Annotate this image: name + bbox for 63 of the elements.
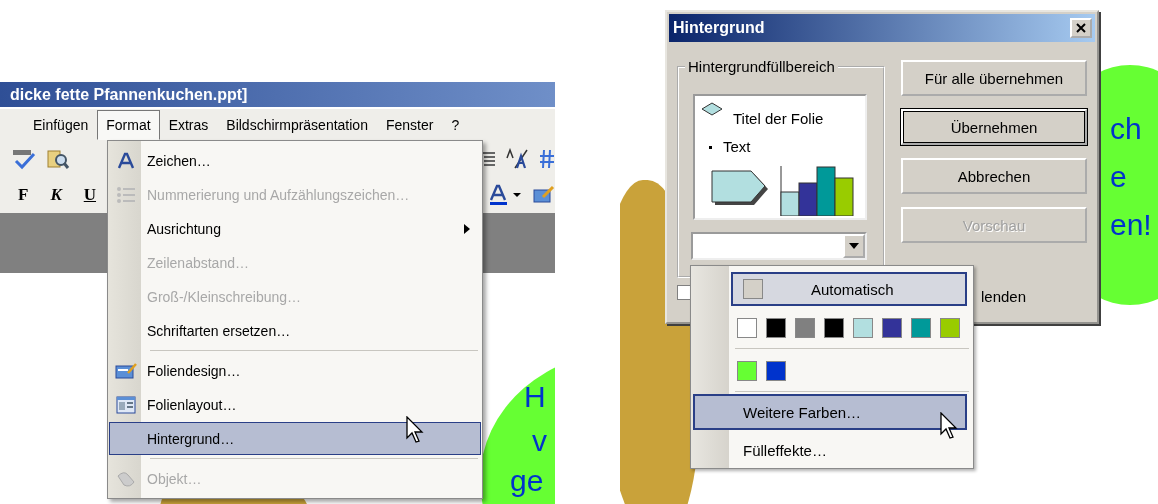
color-swatch[interactable] bbox=[824, 318, 844, 338]
color-swatch[interactable] bbox=[766, 318, 786, 338]
underline-button[interactable]: U bbox=[77, 183, 102, 207]
cursor-icon bbox=[406, 416, 426, 444]
close-icon bbox=[1076, 23, 1086, 33]
font-color-icon bbox=[489, 184, 523, 206]
color-swatch[interactable] bbox=[882, 318, 902, 338]
menu-item[interactable]: Schriftarten ersetzen… bbox=[109, 314, 481, 347]
color-swatch[interactable] bbox=[737, 361, 757, 381]
color-swatch[interactable] bbox=[737, 318, 757, 338]
layout-icon bbox=[115, 395, 137, 414]
spellcheck-icon bbox=[12, 148, 36, 170]
swatch-icon bbox=[743, 279, 763, 299]
slide-text: e bbox=[1110, 162, 1127, 192]
preview-title: Titel der Folie bbox=[733, 110, 824, 127]
align-icon bbox=[481, 152, 495, 166]
bold-button[interactable]: F bbox=[12, 183, 35, 207]
slide-text: ch bbox=[1110, 114, 1142, 144]
close-button[interactable] bbox=[1070, 18, 1092, 38]
color-swatch[interactable] bbox=[940, 318, 960, 338]
menu-item[interactable]: Ausrichtung bbox=[109, 212, 481, 245]
grid-icon bbox=[539, 149, 555, 169]
menu-item[interactable]: Hintergrund… bbox=[109, 422, 481, 455]
dialog-button[interactable]: Abbrechen bbox=[901, 158, 1087, 194]
menu-item[interactable]: Fülleffekte… bbox=[693, 432, 967, 468]
letter-a-icon bbox=[115, 151, 137, 170]
list-icon bbox=[115, 185, 137, 204]
dialog-button[interactable]: Übernehmen bbox=[901, 109, 1087, 145]
color-swatch[interactable] bbox=[853, 318, 873, 338]
italic-button[interactable]: K bbox=[44, 183, 68, 207]
diamond-icon bbox=[701, 102, 723, 116]
pencil-icon bbox=[533, 185, 555, 205]
menu-item[interactable]: Weitere Farben… bbox=[693, 394, 967, 430]
research-icon bbox=[46, 148, 70, 170]
slide-text: v bbox=[532, 426, 547, 456]
menu-item[interactable]: Folienlayout… bbox=[109, 388, 481, 421]
bullet-icon bbox=[709, 146, 712, 149]
checkbox-label: lenden bbox=[981, 288, 1027, 305]
object-icon bbox=[115, 469, 137, 488]
group-label: Hintergrundfüllbereich bbox=[685, 58, 838, 75]
slide-text: H bbox=[524, 382, 546, 412]
cursor-icon bbox=[940, 412, 960, 440]
design-icon bbox=[115, 362, 137, 379]
automatic-button[interactable]: Automatisch bbox=[731, 272, 967, 306]
menu-bar-item[interactable]: Fenster bbox=[376, 110, 443, 140]
preview-bullet: Text bbox=[723, 138, 751, 155]
color-swatch[interactable] bbox=[911, 318, 931, 338]
menu-bar-item[interactable]: Bildschirmpräsentation bbox=[217, 110, 377, 140]
color-swatch[interactable] bbox=[795, 318, 815, 338]
dialog-title: Hintergrund bbox=[673, 19, 765, 37]
menu-bar-item[interactable]: Extras bbox=[159, 110, 218, 140]
slide-text: ge bbox=[510, 466, 544, 496]
dialog-button[interactable]: Für alle übernehmen bbox=[901, 60, 1087, 96]
color-dropdown[interactable] bbox=[691, 232, 867, 260]
menu-bar-item[interactable]: Format bbox=[97, 110, 160, 140]
color-swatch[interactable] bbox=[766, 361, 786, 381]
menu-bar-item[interactable]: ? bbox=[442, 110, 469, 140]
dropdown-arrow-icon bbox=[849, 243, 859, 249]
slide-text: en! bbox=[1110, 210, 1152, 240]
font-size-icon bbox=[505, 148, 529, 170]
submenu-arrow-icon bbox=[464, 223, 470, 234]
menu-bar-item[interactable]: Einfügen bbox=[24, 110, 98, 140]
window-title: dicke fette Pfannenkuchen.ppt] bbox=[0, 82, 555, 107]
